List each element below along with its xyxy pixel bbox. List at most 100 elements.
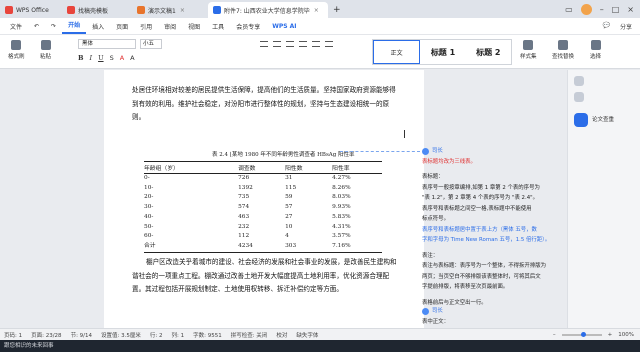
table-caption[interactable]: 表 2.4 ⌊某地 1980 年不同年龄男性调查者 HBsAg 阳性率: [212, 150, 355, 158]
strikethrough-button[interactable]: S: [110, 54, 114, 62]
status-words[interactable]: 字数: 9551: [193, 331, 222, 339]
underline-button[interactable]: U: [98, 54, 103, 62]
table-cell: 726: [238, 175, 250, 181]
menu-review[interactable]: 审阅: [158, 22, 182, 31]
table-cell: 4.27%: [332, 175, 351, 181]
table-cell: 60-: [144, 233, 154, 240]
indent-icon[interactable]: [286, 41, 294, 47]
taskbar: 跟您相识的未来回事: [0, 340, 640, 352]
font-name-select[interactable]: 黑体: [78, 39, 136, 49]
tab-presentation[interactable]: 演示文稿1 ×: [132, 2, 208, 18]
table-row: 40- 463 27 5.83%: [144, 213, 382, 223]
bullets-icon[interactable]: [260, 41, 268, 47]
data-table[interactable]: 年龄组（岁） 调查数 阳性数 阳性率 0- 726 31 4.27% 10- 1392 11…: [144, 161, 382, 253]
paste-button[interactable]: 粘贴: [40, 40, 51, 60]
table-header: 阳性数: [285, 161, 333, 174]
menu-home[interactable]: 开始: [62, 18, 87, 34]
table-cell: 合计: [144, 241, 239, 253]
numbering-icon[interactable]: [273, 41, 281, 47]
comment-card[interactable]: 司长 表标题均改为三线表。 表标题： 表序号一般按章编排,如第 1 章第 2 个表的序…: [422, 146, 572, 308]
status-check[interactable]: 校对: [276, 331, 287, 339]
table-cell: 31: [285, 175, 293, 181]
status-row: 行: 2: [149, 332, 163, 339]
highlight-button[interactable]: A: [130, 54, 134, 62]
wps-ai-button[interactable]: WPS AI: [266, 23, 302, 30]
close-tab-icon[interactable]: ×: [180, 7, 185, 14]
menu-page[interactable]: 页面: [110, 22, 134, 31]
status-setting[interactable]: 设置值: 3.5厘米: [101, 331, 141, 339]
panel-icon[interactable]: [574, 92, 584, 102]
menu-view[interactable]: 视图: [182, 22, 206, 31]
menu-insert[interactable]: 插入: [86, 22, 110, 31]
bold-button[interactable]: B: [78, 54, 84, 62]
tab-document[interactable]: 附件7: 山西农业大学信息学院毕 ×: [208, 2, 328, 18]
table-cell: 57: [285, 204, 293, 211]
comment-line: 表注：: [422, 252, 439, 259]
text-cursor: [404, 130, 405, 138]
menu-reference[interactable]: 引用: [134, 22, 158, 31]
style-set-button[interactable]: 样式集: [520, 40, 537, 60]
table-cell: 7.16%: [332, 241, 382, 253]
maximize-icon[interactable]: □: [612, 5, 620, 14]
font-size-select[interactable]: 小五: [140, 39, 162, 49]
status-spell[interactable]: 拼写检查: 关闭: [231, 331, 268, 339]
align-center-icon[interactable]: [312, 41, 320, 47]
style-heading2[interactable]: 标题 2: [466, 40, 511, 64]
undo-icon[interactable]: ↶: [28, 23, 45, 30]
status-section[interactable]: 节: 9/14: [71, 331, 92, 339]
select-icon: [590, 40, 601, 50]
menu-right: 💬 分享: [603, 22, 640, 31]
status-missing-font[interactable]: 缺失字体: [296, 331, 318, 339]
table-cell: 1392: [238, 184, 253, 191]
comment-line: 表注与表标题：表序号为一个整体，不得拆开排版为: [422, 263, 546, 269]
format-painter-label: 格式刷: [8, 54, 25, 60]
avatar[interactable]: [580, 3, 592, 15]
new-tab-button[interactable]: +: [328, 2, 346, 18]
find-replace-button[interactable]: 查找替换: [552, 40, 574, 60]
table-cell: 4234: [238, 241, 286, 253]
font-color-button[interactable]: A: [120, 54, 124, 62]
document-page[interactable]: 处居住环境相对较差的居民提供生活保障，提高他们的生活质量。坚持国家政府资源能够得…: [104, 70, 424, 339]
format-painter-button[interactable]: 格式刷: [8, 40, 25, 60]
tab-template[interactable]: 找稿壳模板: [62, 2, 132, 18]
align-left-icon[interactable]: [299, 41, 307, 47]
menu-member[interactable]: 会员专享: [230, 22, 266, 31]
zoom-in-icon[interactable]: +: [608, 332, 613, 338]
zoom-out-icon[interactable]: –: [553, 332, 556, 338]
comments-panel: 司长 表标题均改为三线表。 表标题： 表序号一般按章编排,如第 1 章第 2 个表的序…: [420, 146, 566, 339]
plagiarism-check-icon[interactable]: [574, 113, 588, 127]
tab-wps-office[interactable]: WPS Office: [0, 2, 62, 18]
search-icon: [558, 40, 568, 50]
minimize-icon[interactable]: –: [600, 5, 604, 14]
close-icon[interactable]: ×: [627, 5, 634, 14]
body-paragraph-1[interactable]: 处居住环境相对较差的居民提供生活保障，提高他们的生活质量。坚持国家政府资源能够得…: [132, 84, 402, 125]
right-sidebar: 论文查重: [567, 70, 640, 339]
table-cell: 4: [285, 233, 289, 240]
share-button[interactable]: 分享: [620, 22, 632, 31]
template-icon: [67, 6, 75, 14]
zoom-level[interactable]: 100%: [618, 332, 634, 338]
status-pages[interactable]: 页面: 23/28: [31, 331, 61, 339]
select-label: 选择: [590, 54, 602, 60]
table-cell: 10: [285, 223, 293, 230]
zoom-slider[interactable]: [561, 331, 602, 337]
menu-tools[interactable]: 工具: [206, 22, 230, 31]
menu-file[interactable]: 文件: [4, 22, 28, 31]
zoom-control: – + 100%: [553, 331, 640, 338]
style-heading1[interactable]: 标题 1: [420, 40, 465, 64]
close-tab-icon[interactable]: ×: [314, 7, 319, 14]
comment-card[interactable]: 司长 表中正文：: [422, 306, 572, 327]
comment-icon[interactable]: 💬: [603, 22, 610, 31]
body-paragraph-2[interactable]: 棚户区改造关乎着城市的建设、社会经济的发展和社会事业的发展，是改善民生建构和谐社…: [132, 256, 402, 297]
table-cell: 0-: [144, 175, 150, 181]
align-right-icon[interactable]: [325, 41, 333, 47]
status-page[interactable]: 页码: 1: [4, 331, 22, 339]
style-normal[interactable]: 正文: [373, 40, 421, 64]
redo-icon[interactable]: ↷: [45, 23, 62, 30]
plagiarism-check-label[interactable]: 论文查重: [592, 115, 614, 123]
panel-icon[interactable]: [574, 76, 584, 86]
italic-button[interactable]: I: [90, 54, 93, 62]
layout-icon[interactable]: ▭: [565, 5, 573, 14]
select-button[interactable]: 选择: [590, 40, 601, 60]
comment-line: 表中正文：: [422, 318, 449, 325]
